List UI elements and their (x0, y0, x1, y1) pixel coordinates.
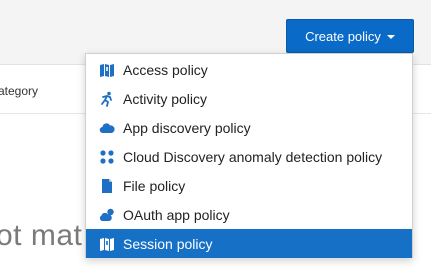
menu-item-label: App discovery policy (123, 119, 251, 136)
menu-item-label: File policy (123, 177, 186, 194)
menu-item-label: OAuth app policy (123, 206, 230, 223)
session-policy-icon (99, 236, 115, 252)
oauth-app-icon (99, 207, 115, 223)
menu-item-label: Session policy (123, 235, 213, 252)
access-policy-icon (99, 62, 115, 78)
anomaly-dots-icon (99, 149, 115, 165)
activity-policy-icon (99, 91, 115, 107)
menu-item-oauth-app-policy[interactable]: OAuth app policy (86, 200, 412, 229)
create-policy-menu: Access policy Activity policy App discov… (85, 53, 413, 258)
menu-item-activity-policy[interactable]: Activity policy (86, 84, 412, 113)
menu-item-label: Access policy (123, 61, 208, 78)
create-policy-button[interactable]: Create policy (286, 19, 414, 53)
menu-item-app-discovery-policy[interactable]: App discovery policy (86, 113, 412, 142)
create-policy-label: Create policy (305, 28, 381, 44)
chevron-down-icon (386, 34, 395, 39)
cloud-icon (99, 120, 115, 136)
menu-item-label: Activity policy (123, 90, 208, 107)
menu-item-anomaly-detection-policy[interactable]: Cloud Discovery anomaly detection policy (86, 142, 412, 171)
file-icon (99, 178, 115, 194)
menu-item-file-policy[interactable]: File policy (86, 171, 412, 200)
column-header-category[interactable]: ategory (0, 84, 38, 98)
empty-state-message: ot mat (0, 219, 83, 252)
menu-item-session-policy[interactable]: Session policy (86, 229, 412, 258)
menu-item-access-policy[interactable]: Access policy (86, 55, 412, 84)
menu-item-label: Cloud Discovery anomaly detection policy (123, 148, 383, 165)
